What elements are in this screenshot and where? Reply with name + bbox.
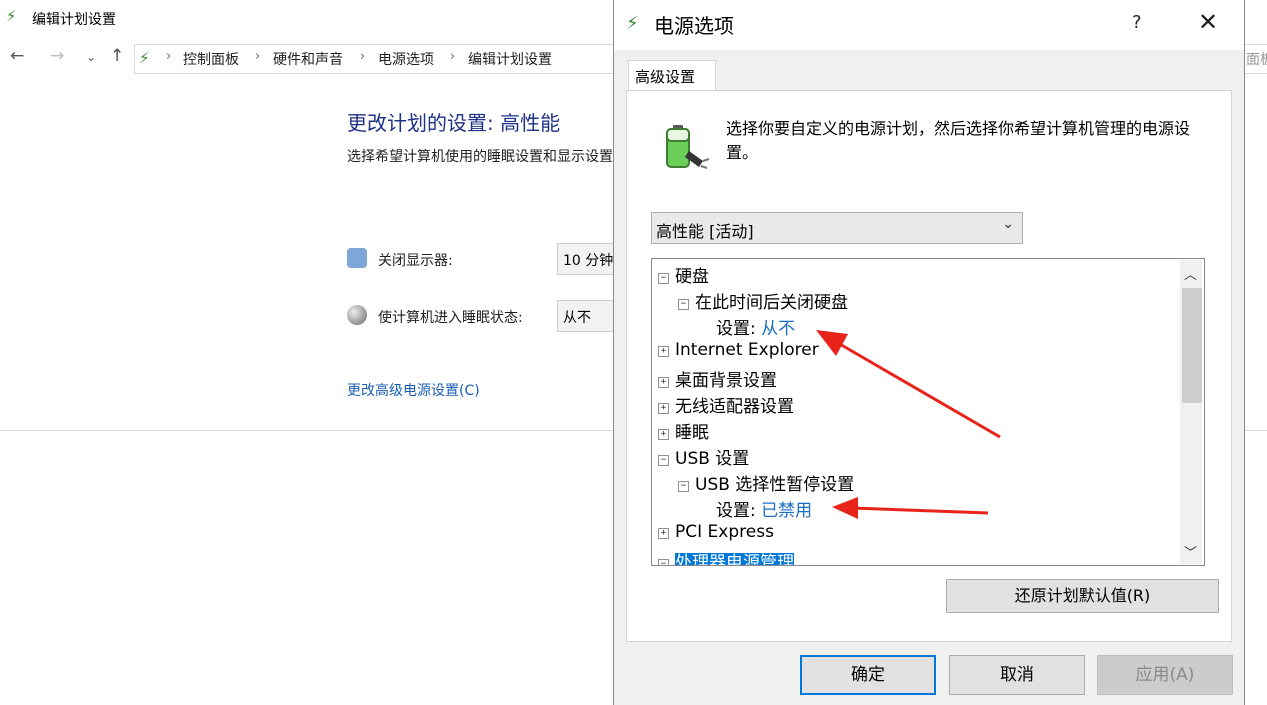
setting-value[interactable]: 从不 [761, 319, 795, 339]
power-plan-icon: ⚡ [6, 7, 17, 25]
close-button[interactable]: ✕ [1198, 8, 1218, 36]
sleep-label: 使计算机进入睡眠状态: [378, 310, 523, 326]
tree-node-internet-explorer[interactable]: + Internet Explorer [658, 340, 819, 360]
scroll-down-icon[interactable]: ﹀ [1184, 542, 1197, 561]
tree-scrollbar[interactable]: ︿ ﹀ [1180, 260, 1202, 564]
setting-value[interactable]: 已禁用 [761, 501, 812, 521]
advanced-power-settings-link[interactable]: 更改高级电源设置(C) [347, 380, 480, 400]
tree-node-usb-selective-suspend[interactable]: − USB 选择性暂停设置 [678, 470, 854, 495]
tree-node-usb-settings[interactable]: − USB 设置 [658, 444, 749, 469]
chevron-down-icon: ⌄ [1002, 216, 1014, 232]
tree-node-label: USB 选择性暂停设置 [695, 475, 855, 495]
tree-node-label: PCI Express [675, 522, 774, 542]
power-plan-dropdown[interactable]: 高性能 [活动] ⌄ [651, 212, 1023, 244]
expand-icon[interactable]: + [658, 528, 669, 539]
tree-node-turn-off-disk[interactable]: − 在此时间后关闭硬盘 [678, 288, 848, 313]
tree-node-wireless-adapter[interactable]: + 无线适配器设置 [658, 392, 794, 417]
collapse-icon[interactable]: − [658, 559, 669, 565]
tab-advanced-settings[interactable]: 高级设置 [628, 60, 716, 92]
power-plan-value: 高性能 [活动] [656, 222, 754, 241]
tree-node-label: 在此时间后关闭硬盘 [695, 293, 848, 313]
tab-label: 高级设置 [635, 68, 696, 86]
intro-text: 选择你要自定义的电源计划，然后选择你希望计算机管理的电源设置。 [726, 119, 1191, 162]
sleep-value: 从不 [563, 310, 591, 326]
dialog-title: 电源选项 [654, 14, 734, 38]
expand-icon[interactable]: + [658, 377, 669, 388]
tree-node-pci-express[interactable]: + PCI Express [658, 522, 774, 542]
breadcrumb-hardware-sound[interactable]: 硬件和声音 [273, 49, 343, 69]
expand-icon[interactable]: + [658, 346, 669, 357]
monitor-icon [347, 248, 367, 268]
tree-node-label: Internet Explorer [675, 340, 819, 360]
plan-settings-title: 更改计划的设置: 高性能 [347, 111, 561, 135]
battery-plug-icon [666, 125, 710, 169]
display-off-value: 10 分钟 [563, 253, 614, 269]
setting-label: 设置: [716, 319, 756, 339]
search-box-edge[interactable]: 面板 [1243, 44, 1267, 74]
tree-node-label: 桌面背景设置 [675, 371, 777, 391]
tree-node-label: 硬盘 [675, 267, 709, 287]
help-button[interactable]: ? [1132, 12, 1142, 33]
tree-node-label: 无线适配器设置 [675, 397, 794, 417]
apply-button[interactable]: 应用(A) [1097, 655, 1233, 695]
ok-button[interactable]: 确定 [800, 655, 936, 695]
control-panel-icon: ⚡ [139, 49, 150, 67]
search-box-text: 面板 [1246, 52, 1267, 68]
expand-icon[interactable]: + [658, 429, 669, 440]
collapse-icon[interactable]: − [658, 273, 669, 284]
forward-icon[interactable]: → [50, 46, 64, 66]
power-options-dialog: ⚡ 电源选项 ? ✕ 高级设置 选择你要自定义的电源计划，然后选择你希望计算机管… [613, 0, 1245, 705]
collapse-icon[interactable]: − [658, 455, 669, 466]
breadcrumb-separator: › [360, 49, 366, 64]
tree-setting-usb-selective-suspend[interactable]: 设置: 已禁用 [716, 496, 812, 521]
tree-node-desktop-background[interactable]: + 桌面背景设置 [658, 366, 777, 391]
collapse-icon[interactable]: − [678, 481, 689, 492]
divider [0, 430, 614, 431]
cancel-button[interactable]: 取消 [949, 655, 1085, 695]
scroll-up-icon[interactable]: ︿ [1184, 264, 1197, 283]
scroll-thumb[interactable] [1182, 288, 1202, 403]
recent-dropdown-icon[interactable]: ⌄ [86, 50, 96, 64]
back-icon[interactable]: ← [10, 46, 24, 66]
dialog-titlebar: ⚡ 电源选项 ? ✕ [614, 0, 1244, 50]
background-window-title: 编辑计划设置 [32, 12, 116, 28]
tree-node-label: 睡眠 [675, 423, 709, 443]
tree-node-label: 处理器电源管理 [675, 553, 794, 565]
settings-tree[interactable]: − 硬盘 − 在此时间后关闭硬盘 设置: 从不 + Internet Explorer… [651, 258, 1205, 566]
collapse-icon[interactable]: − [678, 299, 689, 310]
tree-node-sleep[interactable]: + 睡眠 [658, 418, 709, 443]
plan-settings-description: 选择希望计算机使用的睡眠设置和显示设置 [347, 149, 613, 165]
breadcrumb-separator: › [450, 49, 456, 64]
expand-icon[interactable]: + [658, 403, 669, 414]
background-titlebar: ⚡ 编辑计划设置 [0, 0, 612, 36]
restore-defaults-button[interactable]: 还原计划默认值(R) [946, 579, 1219, 613]
breadcrumb-edit-plan[interactable]: 编辑计划设置 [468, 49, 552, 69]
tree-node-label: USB 设置 [675, 449, 750, 469]
sleep-moon-icon [347, 305, 367, 325]
setting-label: 设置: [716, 501, 756, 521]
breadcrumb-separator: › [166, 49, 172, 64]
divider [1243, 430, 1267, 431]
breadcrumb-separator: › [255, 49, 261, 64]
breadcrumb-power-options[interactable]: 电源选项 [378, 49, 434, 69]
display-off-label: 关闭显示器: [378, 253, 453, 269]
up-icon[interactable]: ↑ [110, 46, 124, 66]
advanced-settings-panel: 选择你要自定义的电源计划，然后选择你希望计算机管理的电源设置。 高性能 [活动]… [626, 90, 1232, 642]
tree-node-processor-power[interactable]: − 处理器电源管理 [658, 548, 794, 565]
power-plan-icon: ⚡ [626, 13, 639, 34]
tree-node-hard-disk[interactable]: − 硬盘 [658, 262, 709, 287]
breadcrumb-control-panel[interactable]: 控制面板 [183, 49, 239, 69]
tree-setting-turn-off-disk[interactable]: 设置: 从不 [716, 314, 795, 339]
